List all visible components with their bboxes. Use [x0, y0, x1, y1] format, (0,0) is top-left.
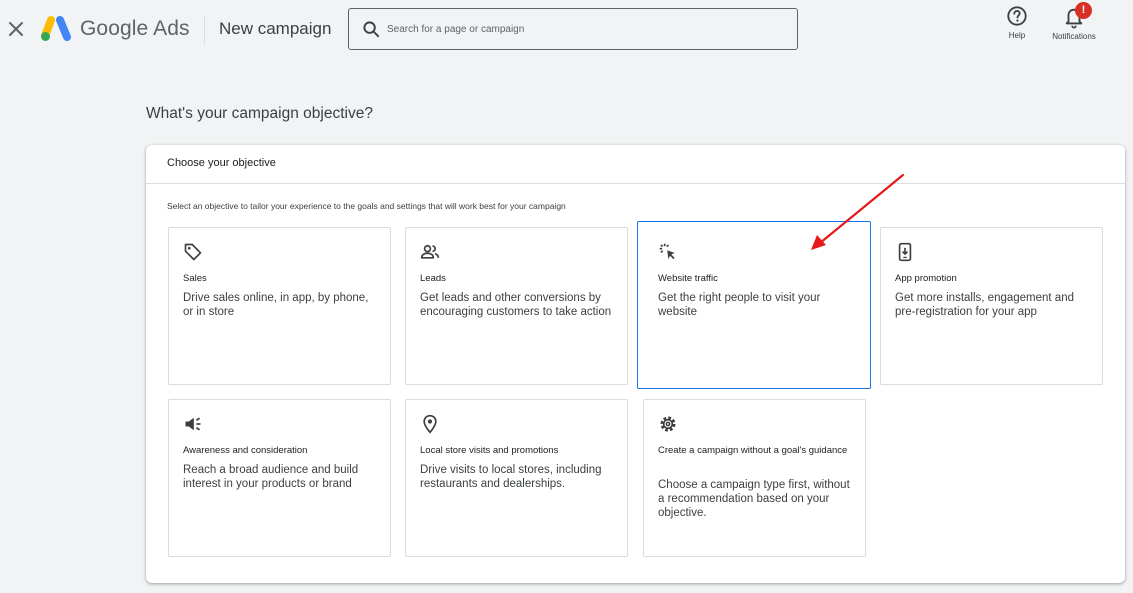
help-button[interactable]: Help [999, 5, 1035, 45]
objective-title: Sales [183, 273, 207, 284]
objective-title: App promotion [895, 273, 957, 284]
search-icon [362, 20, 381, 39]
objective-description: Drive sales online, in app, by phone, or… [183, 292, 369, 318]
help-icon [1007, 6, 1027, 26]
people-icon [420, 242, 440, 262]
objective-question: What's your campaign objective? [146, 105, 373, 122]
objective-description: Choose a campaign type first, without a … [658, 479, 850, 519]
google-ads-logo-icon [40, 15, 71, 43]
notifications-label: Notifications [1052, 32, 1096, 41]
objective-description: Get more installs, engagement and pre-re… [895, 292, 1074, 318]
objective-tile-leads[interactable]: Leads Get leads and other conversions by… [405, 227, 628, 385]
objective-description: Drive visits to local stores, including … [420, 464, 602, 490]
objective-tile-awareness[interactable]: Awareness and consideration Reach a broa… [168, 399, 391, 557]
objective-tile-local-store-visits[interactable]: Local store visits and promotions Drive … [405, 399, 628, 557]
help-label: Help [1008, 31, 1026, 40]
megaphone-icon [183, 414, 203, 434]
objective-tile-sales[interactable]: Sales Drive sales online, in app, by pho… [168, 227, 391, 385]
objective-title: Awareness and consideration [183, 445, 308, 456]
objective-description: Get leads and other conversions by encou… [420, 292, 612, 318]
annotation-arrow-icon [811, 173, 905, 250]
objective-title: Website traffic [658, 273, 718, 284]
page-title: New campaign [219, 19, 332, 38]
objective-tile-app-promotion[interactable]: App promotion Get more installs, engagem… [880, 227, 1103, 385]
objective-title: Create a campaign without a goal's guida… [658, 445, 848, 456]
notification-badge: ! [1075, 2, 1092, 19]
top-bar: Google Ads New campaign Help ! Notificat… [0, 0, 1133, 58]
objective-instruction: Select an objective to tailor your exper… [167, 201, 566, 211]
search-box[interactable] [348, 8, 798, 50]
card-divider [146, 183, 1125, 184]
card-header: Choose your objective [167, 157, 276, 169]
tag-icon [183, 242, 203, 262]
brand-name: Google Ads [80, 17, 190, 40]
header-divider [204, 15, 205, 44]
cursor-click-icon [658, 242, 678, 262]
objective-description: Get the right people to visit your websi… [658, 292, 821, 318]
objective-card: Choose your objective Select an objectiv… [146, 145, 1125, 583]
search-input[interactable] [387, 19, 787, 39]
location-pin-icon [420, 414, 440, 434]
notifications-button[interactable]: ! Notifications [1045, 2, 1103, 46]
objective-description: Reach a broad audience and build interes… [183, 464, 359, 490]
objective-title: Leads [420, 273, 446, 284]
close-icon[interactable] [6, 19, 26, 39]
objective-tile-no-goal[interactable]: Create a campaign without a goal's guida… [643, 399, 866, 557]
gear-icon [658, 414, 678, 434]
objective-title: Local store visits and promotions [420, 445, 559, 456]
